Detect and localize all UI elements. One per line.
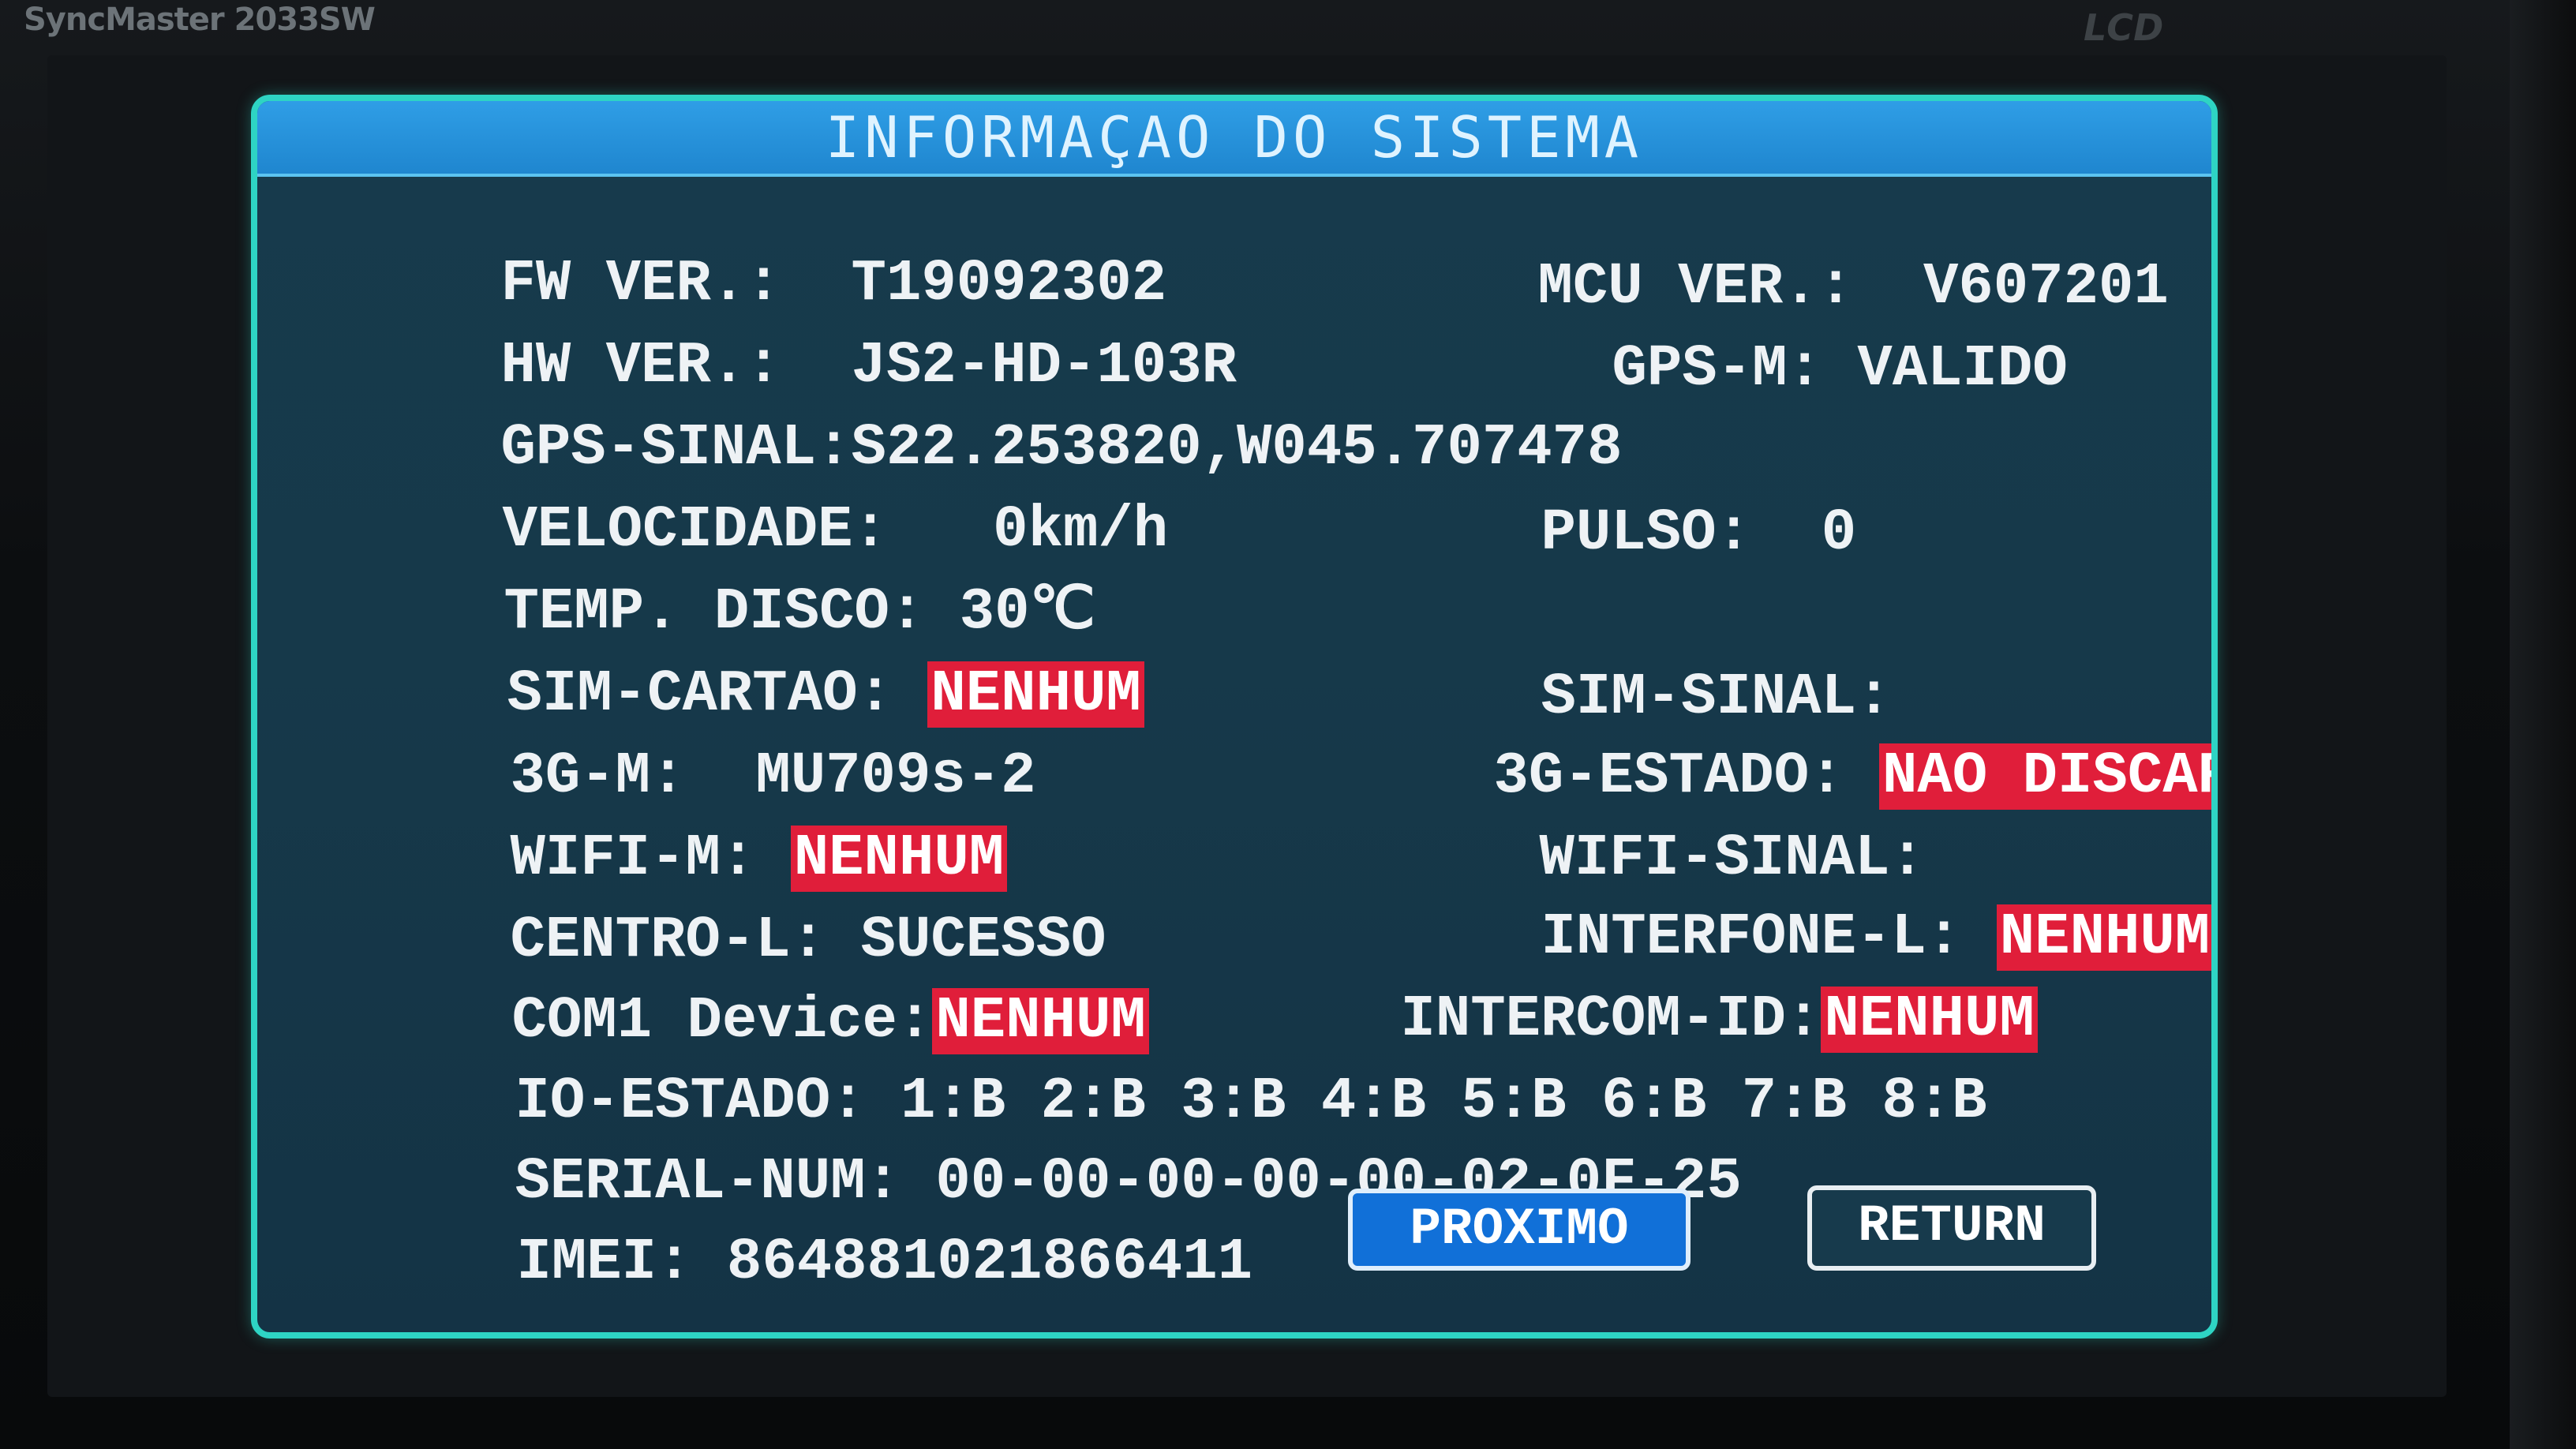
return-button[interactable]: RETURN [1807, 1185, 2096, 1271]
pulso-value: 0 [1821, 500, 1857, 567]
monitor-frame: SyncMaster 2033SW LCD INFORMAÇAO DO SIST… [0, 0, 2576, 1449]
pulso-row: PULSO: 0 [1331, 439, 1856, 628]
imei-value: 864881021866411 [726, 1230, 1253, 1296]
gps-m-value: VALIDO [1857, 336, 2068, 402]
monitor-lcd-label: LCD [2084, 6, 2164, 49]
pulso-label: PULSO: [1541, 500, 1751, 567]
monitor-edge [2510, 0, 2576, 1449]
g3-estado-status-badge: NAO DISCAR [1878, 743, 2211, 810]
system-info-panel: INFORMAÇAO DO SISTEMA FW VER.: T19092302… [251, 95, 2218, 1339]
title-bar: INFORMAÇAO DO SISTEMA [257, 101, 2211, 177]
imei-label: IMEI: [516, 1230, 692, 1296]
gps-m-label: GPS-M: [1612, 336, 1822, 402]
next-button[interactable]: PROXIMO [1348, 1189, 1690, 1271]
monitor-brand-label: SyncMaster 2033SW [24, 2, 376, 38]
imei-row: IMEI: 864881021866411 [306, 1168, 1253, 1332]
page-title: INFORMAÇAO DO SISTEMA [825, 104, 1644, 170]
